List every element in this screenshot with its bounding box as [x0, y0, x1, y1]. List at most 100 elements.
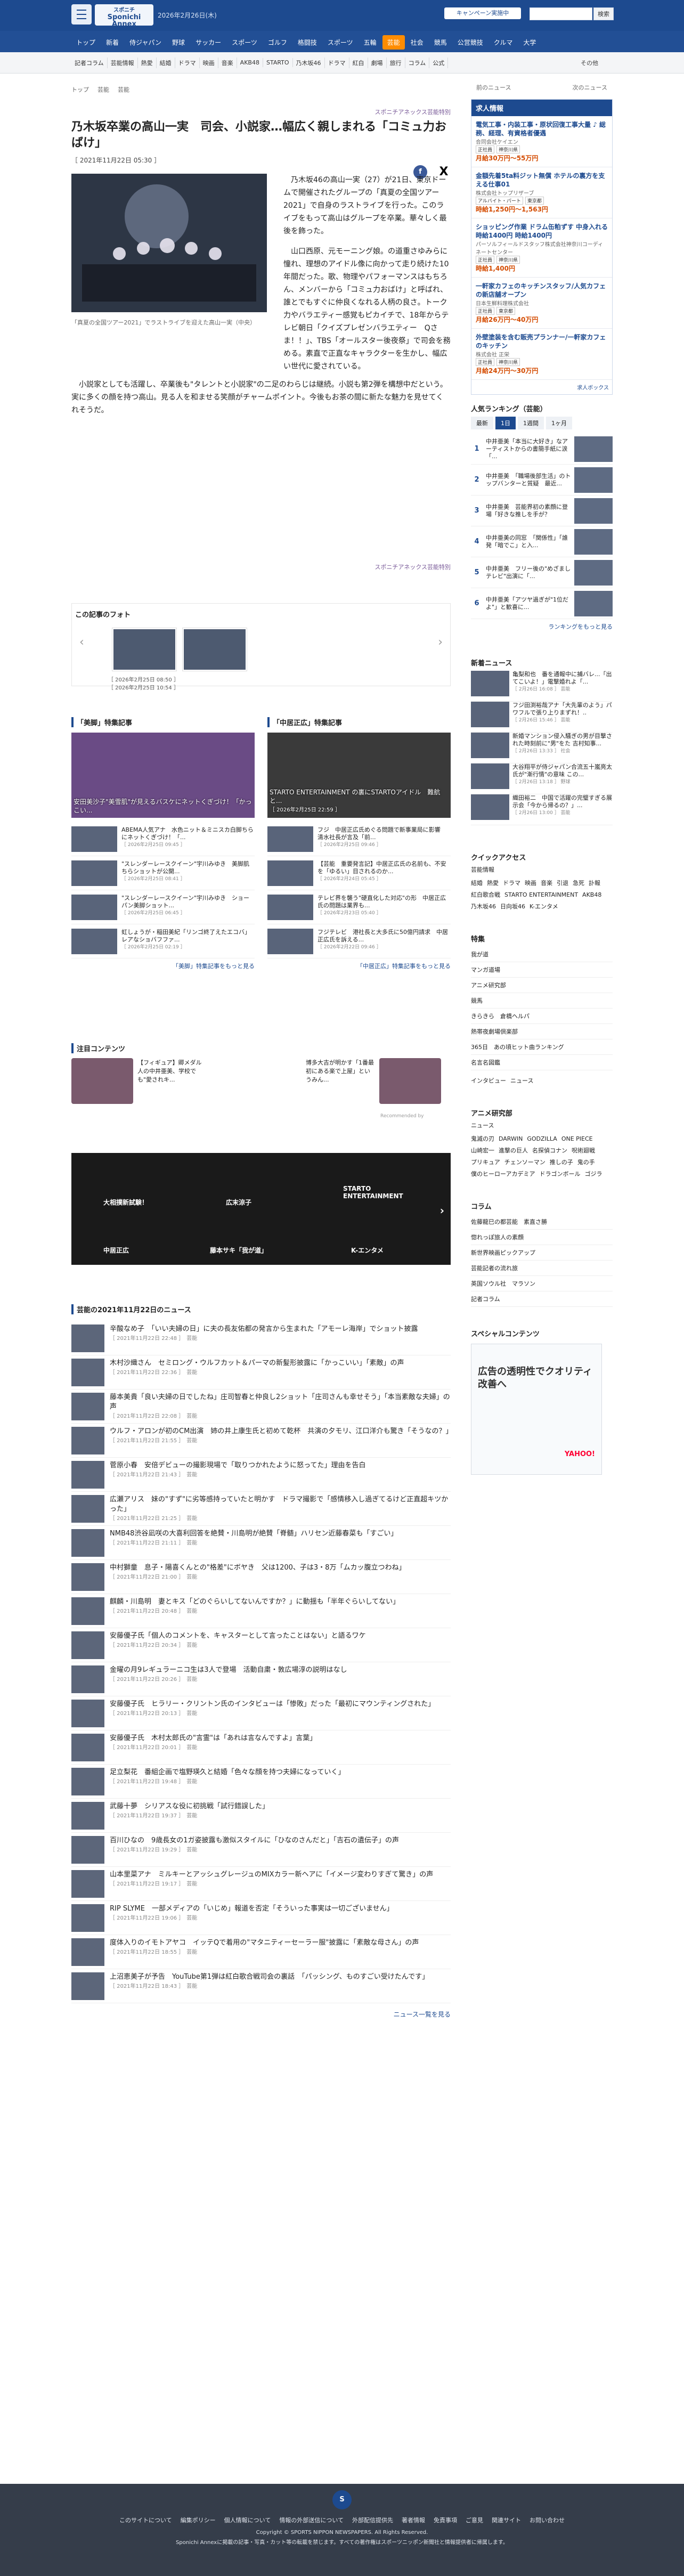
- news-item[interactable]: 上沼恵美子が予告 YouTube第1弾は紅白歌合戦司会の裏話 「パッシング、もの…: [71, 1969, 451, 2003]
- feature-item[interactable]: フジテレビ 港社長と大多氏に50億円請求 中居正広氏を訴える... ［ 2026年…: [267, 924, 451, 958]
- news-item[interactable]: 菅原小春 安倍デビューの撮影現場で「取りつかれたように怒ってた」理由を告白 ［ 2…: [71, 1458, 451, 1492]
- sub-nav-item[interactable]: 乃木坂46: [293, 57, 325, 68]
- latest-item[interactable]: フジ田渕裕哉アナ「大先輩のよう」パワフルで張り上りまずれ！.. ［ 2月26日 1…: [471, 702, 613, 733]
- anime-sub[interactable]: ニュース: [471, 1121, 613, 1129]
- attention-card[interactable]: 博多大吉が明かす「1番最初にある楽で上屋」というみん...: [306, 1058, 441, 1104]
- feature-item[interactable]: テレビ界を襲う"硬直化した対応"の形 中居正広氏の問題は業界も... ［ 2026…: [267, 890, 451, 924]
- quick-link[interactable]: 急死: [573, 879, 584, 887]
- footer-link[interactable]: 個人情報について: [224, 2517, 271, 2524]
- footer-link[interactable]: 編集ポリシー: [181, 2517, 216, 2524]
- feature-item[interactable]: "スレンダーレースクイーン"宇川みゆき 美脚肌ちらショットが公開... ［ 202…: [71, 856, 255, 890]
- global-nav-item[interactable]: ゴルフ: [263, 35, 292, 50]
- footer-link[interactable]: お問い合わせ: [530, 2517, 565, 2524]
- anime-tag[interactable]: ドラゴンボール: [540, 1169, 581, 1178]
- quick-link[interactable]: 熱愛: [487, 879, 499, 887]
- news-item[interactable]: 武藤十夢 シリアスな役に初挑戦「試行錯誤した」 ［ 2021年11月22日 19:…: [71, 1799, 451, 1833]
- global-nav-item[interactable]: 大学: [518, 35, 541, 50]
- breadcrumb-item[interactable]: 芸能: [97, 86, 109, 93]
- chevron-right-icon[interactable]: ›: [438, 636, 443, 649]
- news-list-more[interactable]: ニュース一覧を見る: [71, 2010, 451, 2019]
- anime-tag[interactable]: プリキュア: [471, 1158, 500, 1166]
- breadcrumb-item[interactable]: トップ: [71, 86, 89, 93]
- ranking-more[interactable]: ランキングをもっと見る: [471, 622, 613, 631]
- anime-tag[interactable]: 鬼の手: [577, 1158, 595, 1166]
- news-item[interactable]: 足立梨花 番組企画で塩野瑛久と結婚「色々な顔を持つ夫婦になっていく」 ［ 2021…: [71, 1765, 451, 1799]
- news-item[interactable]: 安藤優子氏「個人のコメントを、キャスターとして言ったことはない」と語るワケ ［ 2…: [71, 1628, 451, 1662]
- banner-tile[interactable]: 中居正広: [103, 1246, 129, 1255]
- ranking-tab[interactable]: 1週間: [518, 417, 544, 429]
- job-item[interactable]: 電気工事・内装工事・原状回復工事大量 ♪ 総務、経理、有資格者優遇 合同会社ケイエ…: [471, 116, 612, 167]
- ranking-item[interactable]: 2 中井亜美 「職場後部生活」のトップバンターと質疑 最近...: [471, 465, 613, 495]
- news-item[interactable]: 度体入りのイモトアヤコ イッテQで着用の"マタニティーセーラー服"披露に「素敵な…: [71, 1935, 451, 1969]
- sub-nav-item[interactable]: 紅白: [349, 57, 368, 68]
- anime-tag[interactable]: ゴジラ: [585, 1169, 602, 1178]
- news-item[interactable]: NMB48渋谷凪咲の大喜利回答を絶賛・川島明が絶賛「脊髄」ハリセン近藤春菜も「す…: [71, 1526, 451, 1560]
- special-link[interactable]: きらきら 倉橋ヘルパ: [471, 1009, 613, 1024]
- anime-tag[interactable]: ONE PIECE: [561, 1135, 593, 1142]
- news-item[interactable]: RIP SLYME 一部メディアの「いじめ」報道を否定「そういった事実は一切ござ…: [71, 1901, 451, 1935]
- sub-nav-item[interactable]: 熱愛: [138, 57, 157, 68]
- search-input[interactable]: [530, 7, 592, 20]
- quick-link[interactable]: 訃報: [589, 879, 600, 887]
- ranking-tab[interactable]: 1日: [495, 417, 516, 429]
- sub-nav-item[interactable]: STARTO: [263, 58, 293, 67]
- news-item[interactable]: 木村沙織さん セミロング・ウルフカット＆パーマの新髪形披露に「かっこいい」「素敵…: [71, 1355, 451, 1389]
- next-news-link[interactable]: 次のニュース: [573, 83, 607, 92]
- job-item[interactable]: ショッピング作業 ドラム缶粕ずす 中身入れる 時給1400円 時給1400円 パー…: [471, 218, 612, 278]
- news-item[interactable]: 安藤優子氏 木村太郎氏の"言霊"は「あれは言なんですよ」言葉」 ［ 2021年11…: [71, 1730, 451, 1765]
- quick-link[interactable]: 引退: [557, 879, 568, 887]
- anime-tag[interactable]: GODZILLA: [527, 1135, 557, 1142]
- special-link[interactable]: アニメ研究部: [471, 978, 613, 993]
- anime-tag[interactable]: 呪術廻戦: [572, 1146, 595, 1155]
- sub-nav-item[interactable]: 公式: [429, 57, 449, 68]
- global-nav-item[interactable]: 新着: [101, 35, 124, 50]
- column-link[interactable]: 芸能記者の流れ旅: [471, 1261, 613, 1276]
- feature-item[interactable]: 虹しょうが・稲田美紀「リンゴ終了えたエコバ」レアなショバフファ... ［ 2026…: [71, 924, 255, 958]
- column-link[interactable]: 記者コラム: [471, 1291, 613, 1307]
- special-link[interactable]: 競馬: [471, 993, 613, 1009]
- sub-nav-item[interactable]: 結婚: [157, 57, 175, 68]
- sub-nav-item[interactable]: 映画: [200, 57, 218, 68]
- anime-tag[interactable]: 鬼滅の刃: [471, 1134, 494, 1143]
- quick-link[interactable]: AKB48: [582, 891, 601, 898]
- chevron-left-icon[interactable]: ‹: [79, 636, 84, 649]
- banner-tile[interactable]: 大相撲新試験！: [103, 1198, 148, 1207]
- global-nav-item[interactable]: 社会: [406, 35, 428, 50]
- sub-nav-more[interactable]: その他: [577, 58, 601, 68]
- breadcrumb-item[interactable]: 芸能: [118, 86, 129, 93]
- campaign-link[interactable]: キャンペーン実施中: [444, 7, 521, 19]
- global-nav-item[interactable]: 公営競技: [453, 35, 488, 50]
- global-nav-item[interactable]: 五輪: [359, 35, 381, 50]
- anime-tag[interactable]: 名探偵コナン: [532, 1146, 567, 1155]
- footer-link[interactable]: ご意見: [466, 2517, 483, 2524]
- quick-link[interactable]: K-エンタメ: [530, 902, 558, 911]
- global-nav-item[interactable]: スポーツ: [323, 35, 358, 50]
- job-item[interactable]: 金額先着5ta料ジット無償 ホテルの裏方を支える仕事01 株式会社トップリザーブア…: [471, 167, 612, 218]
- banner-tile[interactable]: 広末涼子: [226, 1198, 251, 1207]
- latest-item[interactable]: 亀梨和也 番を通報中に捕バレ...「出てこいよ！」電撃婚れよ「... ［ 2月26…: [471, 671, 613, 702]
- special-link[interactable]: 我が道: [471, 947, 613, 962]
- ranking-tab[interactable]: 最新: [471, 417, 493, 429]
- search-button[interactable]: 検索: [593, 7, 614, 20]
- anime-tag[interactable]: 僕のヒーローアカデミア: [471, 1169, 535, 1178]
- quick-link[interactable]: 結婚: [471, 879, 483, 887]
- feature-lead-card[interactable]: STARTO ENTERTAINMENT の裏にSTARTOアイドル 難航と..…: [267, 733, 451, 818]
- quick-link[interactable]: 映画: [525, 879, 536, 887]
- latest-item[interactable]: 織田裕二 中国で活躍の完璧すぎる展示会「今から帰るの？」... ［ 2月26日 1…: [471, 794, 613, 825]
- global-nav-item[interactable]: クルマ: [489, 35, 518, 50]
- quick-link[interactable]: STARTO ENTERTAINMENT: [504, 891, 578, 898]
- anime-tag[interactable]: DARWIN: [499, 1135, 523, 1142]
- special-sub-link[interactable]: インタビュー: [471, 1076, 506, 1085]
- banner-tile[interactable]: 藤本サキ「我が道」: [210, 1246, 267, 1255]
- special-link[interactable]: 365日 あの頃ヒット曲ランキング: [471, 1039, 613, 1055]
- anime-tag[interactable]: 推しの子: [550, 1158, 573, 1166]
- ad-banner[interactable]: 広告の透明性でクオリティ改善へ YAHOO!: [471, 1344, 602, 1475]
- special-link[interactable]: 名言名図鑑: [471, 1055, 613, 1070]
- gallery-thumb[interactable]: [112, 628, 177, 671]
- prev-news-link[interactable]: 前のニュース: [476, 83, 511, 92]
- feature-right-more[interactable]: 「中居正広」特集記事をもっと見る: [267, 962, 451, 970]
- special-link[interactable]: マンガ道場: [471, 962, 613, 978]
- footer-link[interactable]: 情報の外部送信について: [279, 2517, 344, 2524]
- news-item[interactable]: 藤本美貴「良い夫婦の日でしたね」庄司智春と仲良し2ショット「庄司さんも幸せそう」…: [71, 1389, 451, 1424]
- news-item[interactable]: 辛酸なめ子 「いい夫婦の日」に夫の長友佑都の発言から生まれた「アモーレ海岸」でシ…: [71, 1321, 451, 1355]
